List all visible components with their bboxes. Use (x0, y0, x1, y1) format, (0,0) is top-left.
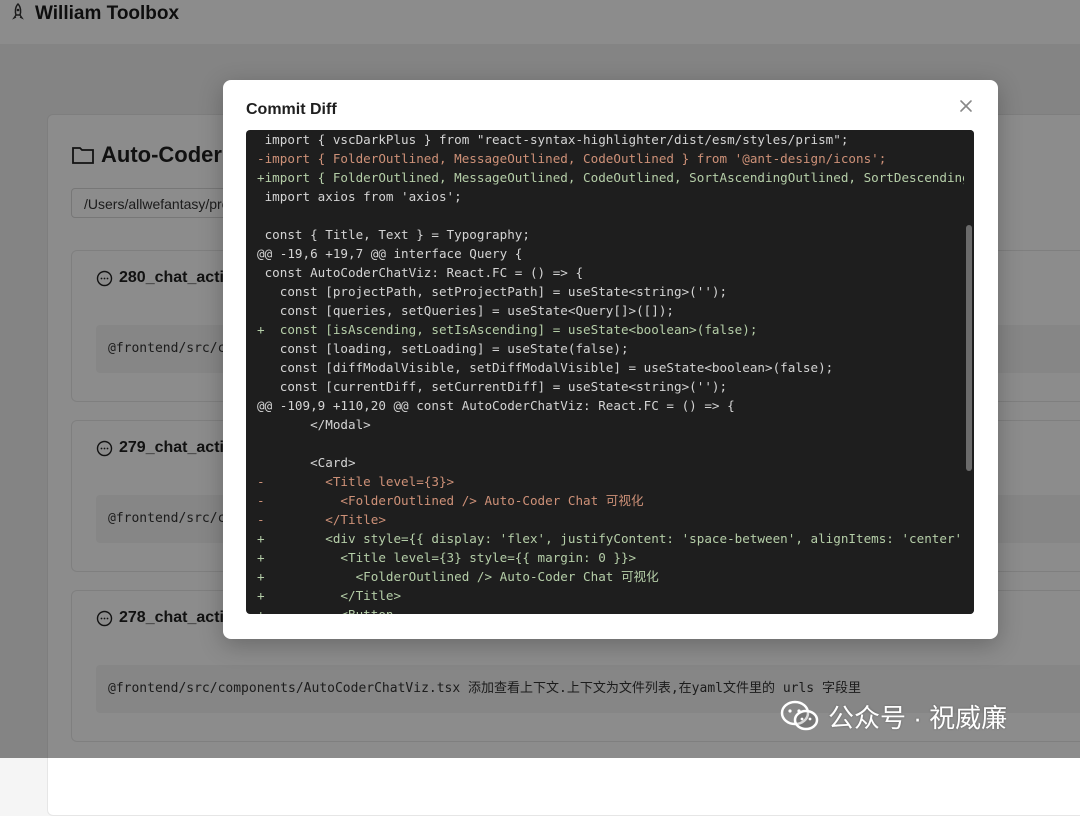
diff-code-block[interactable]: import { vscDarkPlus } from "react-synta… (246, 130, 974, 614)
diff-line-ctx: const [projectPath, setProjectPath] = us… (257, 284, 728, 299)
scrollbar-thumb[interactable] (966, 225, 972, 471)
diff-line-ctx: </Modal> (257, 417, 371, 432)
diff-line-ctx: const [diffModalVisible, setDiffModalVis… (257, 360, 834, 375)
diff-line-ctx: import { vscDarkPlus } from "react-synta… (257, 132, 849, 147)
diff-line-del: -import { FolderOutlined, MessageOutline… (257, 151, 887, 166)
diff-line-add: + <Title level={3} style={{ margin: 0 }}… (257, 550, 637, 565)
diff-line-ctx: const { Title, Text } = Typography; (257, 227, 530, 242)
diff-line-add: + const [isAscending, setIsAscending] = … (257, 322, 758, 337)
wechat-icon (780, 700, 819, 731)
diff-line-ctx: const AutoCoderChatViz: React.FC = () =>… (257, 265, 584, 280)
diff-line-ctx: const [currentDiff, setCurrentDiff] = us… (257, 379, 728, 394)
diff-line-del: - </Title> (257, 512, 386, 527)
watermark: 公众号 · 祝威廉 (780, 696, 1007, 736)
scrollbar-track[interactable] (964, 130, 974, 614)
diff-line-del: - <Title level={3}> (257, 474, 455, 489)
watermark-text: 公众号 · 祝威廉 (828, 702, 1008, 733)
diff-line-add: + <FolderOutlined /> Auto-Coder Chat 可视化 (257, 569, 659, 584)
commit-diff-modal: Commit Diff import { vscDarkPlus } from … (223, 80, 998, 639)
diff-line-ctx: const [queries, setQueries] = useState<Q… (257, 303, 675, 318)
close-button[interactable] (954, 94, 978, 118)
diff-line-hunk: @@ -109,9 +110,20 @@ const AutoCoderChat… (257, 398, 735, 413)
diff-line-ctx: <Card> (257, 455, 356, 470)
close-icon (960, 100, 972, 112)
diff-line-add: + <Button (257, 605, 974, 614)
diff-line-ctx (257, 206, 974, 225)
modal-title: Commit Diff (246, 101, 337, 118)
diff-line-del: - <FolderOutlined /> Auto-Coder Chat 可视化 (257, 493, 644, 508)
diff-line-add: + </Title> (257, 588, 402, 603)
diff-line-add: +import { FolderOutlined, MessageOutline… (257, 170, 974, 185)
diff-line-ctx (257, 434, 974, 453)
diff-line-ctx: import axios from 'axios'; (257, 189, 462, 204)
diff-line-add: + <div style={{ display: 'flex', justify… (257, 531, 970, 546)
diff-lines: import { vscDarkPlus } from "react-synta… (257, 130, 974, 614)
diff-line-ctx: const [loading, setLoading] = useState(f… (257, 341, 629, 356)
diff-line-hunk: @@ -19,6 +19,7 @@ interface Query { (257, 246, 523, 261)
